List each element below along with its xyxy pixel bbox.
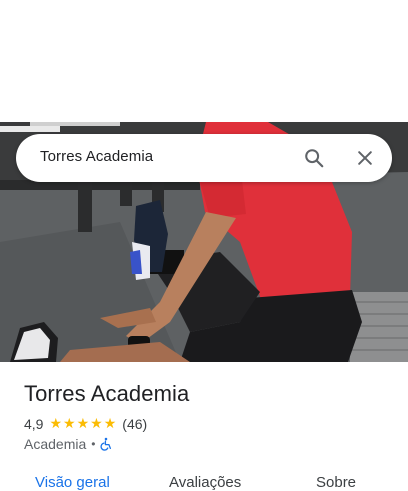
category-row: Academia • [24,435,113,453]
search-input[interactable]: Torres Academia [40,148,153,165]
star-icon: ★ [49,416,63,432]
place-title: Torres Academia [24,381,190,406]
separator-dot: • [91,437,96,451]
star-icon: ★ [90,416,103,432]
star-rating: ★ ★ ★ ★ ★ [49,417,117,431]
rating-value: 4,9 [24,416,44,432]
tab-overview[interactable]: Visão geral [35,474,110,491]
star-icon: ★ [63,416,76,432]
tab-about[interactable]: Sobre [316,474,356,491]
star-icon: ★ [76,416,90,432]
close-icon[interactable] [353,146,377,170]
category-label: Academia [24,436,87,452]
search-bar[interactable]: Torres Academia [16,134,392,182]
tab-reviews[interactable]: Avaliações [169,474,241,491]
place-info-panel: Torres Academia 4,9 ★ ★ ★ ★ ★ (46) Acade… [0,362,408,491]
review-count[interactable]: (46) [122,416,147,432]
map-blank-area [0,0,408,122]
rating-row[interactable]: 4,9 ★ ★ ★ ★ ★ (46) [24,415,147,433]
tab-bar: Visão geral Avaliações Sobre [0,470,408,491]
star-icon: ★ [103,416,117,432]
search-icon[interactable] [302,146,326,170]
wheelchair-icon [99,437,113,451]
